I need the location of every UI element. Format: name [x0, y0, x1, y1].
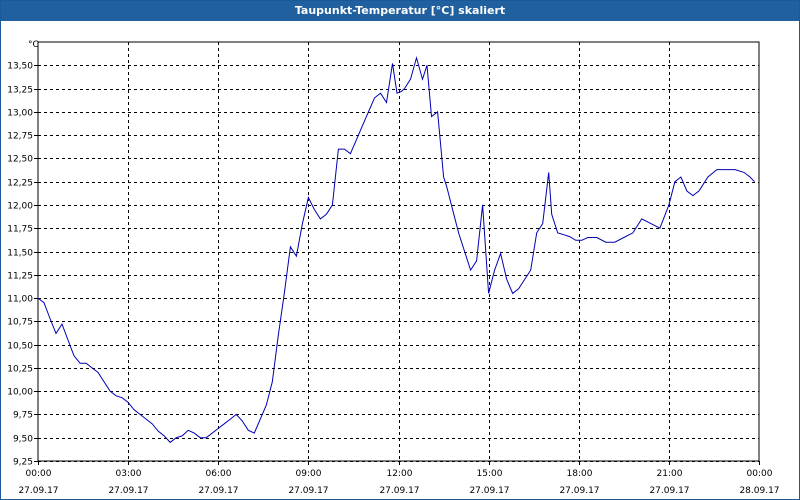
x-tick-time-label: 09:00	[296, 469, 322, 479]
x-tick-date-label: 27.09.17	[649, 486, 689, 496]
x-tick-time-label: 21:00	[657, 469, 683, 479]
y-tick-label: 9,25	[13, 458, 33, 468]
x-tick-date-label: 27.09.17	[559, 486, 599, 496]
y-tick-label: 11,50	[7, 249, 33, 259]
series-layer	[37, 55, 755, 444]
x-tick-date-label: 27.09.17	[469, 486, 509, 496]
y-tick-label: 12,00	[7, 202, 33, 212]
x-tick-date-label: 28.09.17	[739, 486, 779, 496]
y-tick-label: 11,75	[7, 225, 33, 235]
x-tick-date-label: 27.09.17	[108, 486, 148, 496]
y-tick-label: 9,75	[13, 411, 33, 421]
x-tick-date-label: 27.09.17	[288, 486, 328, 496]
x-tick-time-label: 18:00	[567, 469, 593, 479]
y-tick-label: 13,50	[7, 62, 33, 72]
y-tick-label: 10,00	[7, 388, 33, 398]
y-tick-label: 10,75	[7, 318, 33, 328]
x-tick-time-label: 12:00	[387, 469, 413, 479]
y-tick-label: 12,75	[7, 132, 33, 142]
y-tick-label: 13,25	[7, 86, 33, 96]
grid-lines	[38, 42, 759, 462]
dew-point-chart: °C 9,25 9,50 9,75 10,00 10,25 10,50 10,75 11,00…	[7, 40, 779, 497]
x-tick-time-label: 06:00	[206, 469, 232, 479]
axis-ticks: 9,25 9,50 9,75 10,00 10,25 10,50 10,75 11,00 11,…	[7, 62, 779, 497]
y-tick-label: 12,50	[7, 155, 33, 165]
dew-point-series-line	[37, 55, 755, 444]
y-axis-unit-label: °C	[28, 40, 39, 50]
x-tick-time-label: 15:00	[477, 469, 503, 479]
y-tick-label: 10,25	[7, 365, 33, 375]
x-tick-date-label: 27.09.17	[198, 486, 238, 496]
y-tick-label: 9,50	[13, 435, 33, 445]
plot-area-frame	[37, 41, 760, 462]
y-tick-label: 12,25	[7, 179, 33, 189]
y-tick-label: 11,25	[7, 272, 33, 282]
y-tick-label: 13,00	[7, 109, 33, 119]
x-tick-time-label: 00:00	[747, 469, 773, 479]
x-tick-time-label: 03:00	[116, 469, 142, 479]
x-tick-date-label: 27.09.17	[18, 486, 58, 496]
y-tick-label: 10,50	[7, 342, 33, 352]
y-tick-label: 11,00	[7, 295, 33, 305]
x-tick-date-label: 27.09.17	[379, 486, 419, 496]
x-tick-time-label: 00:00	[26, 469, 52, 479]
